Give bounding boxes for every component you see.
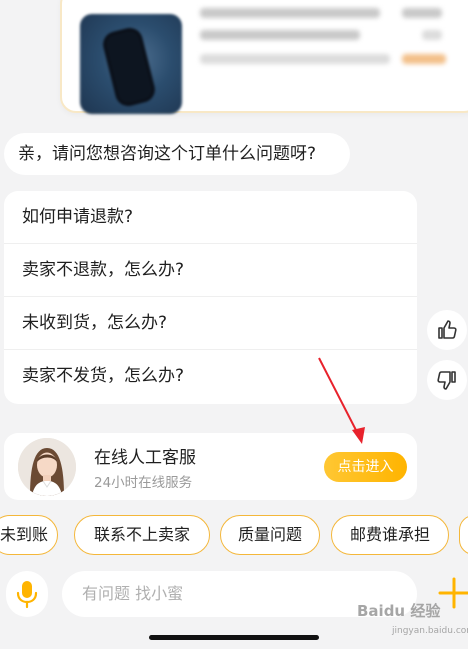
thumbs-up-icon — [438, 320, 457, 339]
thumbs-down-icon — [437, 371, 456, 390]
agent-avatar — [18, 438, 76, 496]
bot-question-bubble: 亲，请问您想咨询这个订单什么问题呀? — [4, 133, 350, 175]
baidu-watermark-url: jingyan.baidu.com — [392, 626, 468, 636]
faq-item-seller-no-refund[interactable]: 卖家不退款，怎么办? — [4, 244, 417, 297]
faq-item-not-received[interactable]: 未收到货，怎么办? — [4, 297, 417, 350]
agent-name: 在线人工客服 — [94, 448, 196, 468]
voice-button[interactable] — [6, 571, 48, 617]
chip-not-credited[interactable]: 未到账 — [0, 515, 58, 555]
thumbs-up-button[interactable] — [427, 310, 467, 350]
agent-subtitle: 24小时在线服务 — [94, 475, 193, 491]
microphone-icon — [16, 581, 38, 609]
chip-quality-issue[interactable]: 质量问题 — [220, 515, 320, 555]
chip-more[interactable] — [459, 515, 468, 555]
enter-chat-button[interactable]: 点击进入 — [324, 452, 407, 482]
faq-card: 如何申请退款? 卖家不退款，怎么办? 未收到货，怎么办? 卖家不发货，怎么办? — [4, 191, 417, 404]
chip-shipping-fee[interactable]: 邮费谁承担 — [331, 515, 449, 555]
order-card[interactable] — [60, 0, 468, 114]
chip-cannot-contact-seller[interactable]: 联系不上卖家 — [74, 515, 210, 555]
product-thumbnail — [80, 14, 182, 114]
human-agent-card: 在线人工客服 24小时在线服务 点击进入 — [4, 433, 417, 500]
thumbs-down-button[interactable] — [427, 360, 467, 400]
home-indicator — [149, 635, 319, 640]
baidu-watermark: Baidu 经验 — [357, 602, 441, 620]
faq-item-not-shipped[interactable]: 卖家不发货，怎么办? — [4, 350, 417, 403]
faq-item-refund[interactable]: 如何申请退款? — [4, 191, 417, 244]
